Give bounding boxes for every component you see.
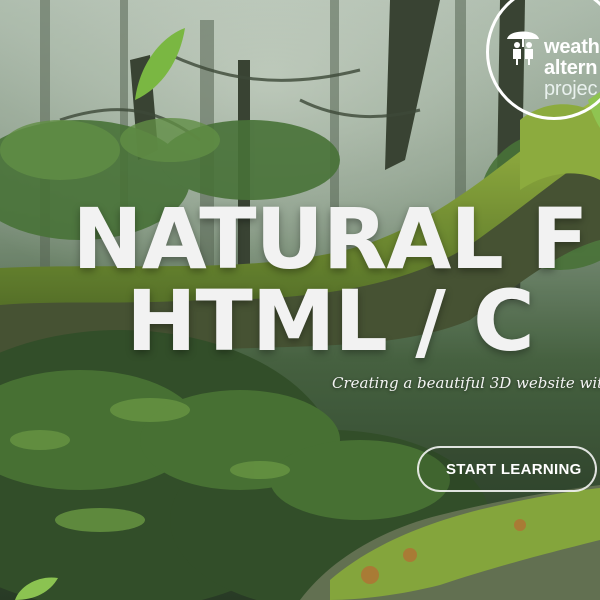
hero-title-line-1: NATURAL F: [72, 190, 588, 288]
logo-text-line-3: projec: [544, 78, 598, 100]
logo-text-line-2: altern: [544, 57, 598, 79]
hero-title-line-2: HTML / C: [126, 272, 535, 370]
hero-subtitle: Creating a beautiful 3D website with a: [332, 374, 600, 392]
umbrella-couple-icon: [505, 25, 541, 70]
hero-title: NATURAL F HTML / C: [0, 190, 600, 370]
start-learning-button[interactable]: START LEARNING: [417, 446, 597, 492]
logo-text-line-1: weath: [544, 36, 600, 58]
